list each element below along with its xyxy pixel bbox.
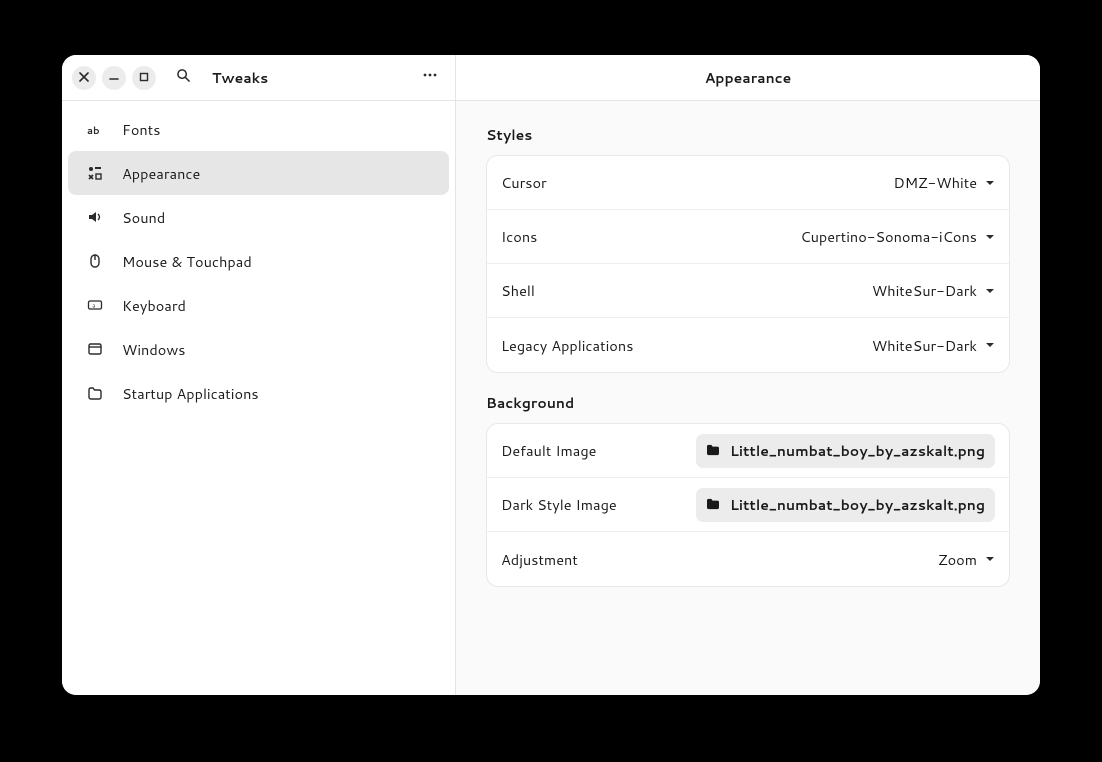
- sidebar-item-label: Keyboard: [122, 295, 186, 316]
- app-title: Tweaks: [212, 68, 268, 88]
- sidebar-item-startup-applications[interactable]: Startup Applications: [68, 371, 449, 415]
- close-icon: [79, 69, 89, 86]
- file-name: Little_numbat_boy_by_azskalt.png: [730, 495, 985, 515]
- sidebar-item-fonts[interactable]: ab Fonts: [68, 107, 449, 151]
- fonts-icon: ab: [86, 121, 104, 137]
- sidebar-item-keyboard[interactable]: a Keyboard: [68, 283, 449, 327]
- folder-icon: [706, 495, 720, 515]
- row-value-icons: Cupertino-Sonoma-iCons: [800, 226, 995, 247]
- sidebar-item-appearance[interactable]: Appearance: [68, 151, 449, 195]
- row-icons[interactable]: Icons Cupertino-Sonoma-iCons: [487, 210, 1009, 264]
- sidebar-item-windows[interactable]: Windows: [68, 327, 449, 371]
- sidebar-item-label: Mouse & Touchpad: [122, 251, 252, 272]
- dropdown-value: WhiteSur-Dark: [872, 280, 977, 301]
- sound-icon: [86, 209, 104, 225]
- maximize-icon: [139, 69, 149, 86]
- window-maximize-button[interactable]: [132, 66, 156, 90]
- svg-text:ab: ab: [87, 124, 100, 137]
- window-minimize-button[interactable]: [102, 66, 126, 90]
- folder-icon: [706, 441, 720, 461]
- row-label: Cursor: [501, 172, 547, 193]
- keyboard-icon: a: [86, 297, 104, 313]
- background-section-title: Background: [486, 393, 1010, 413]
- row-value-shell: WhiteSur-Dark: [872, 280, 995, 301]
- chevron-down-icon: [985, 178, 995, 188]
- row-shell[interactable]: Shell WhiteSur-Dark: [487, 264, 1009, 318]
- row-adjustment[interactable]: Adjustment Zoom: [487, 532, 1009, 586]
- row-value-adjustment: Zoom: [938, 549, 995, 570]
- search-icon: [176, 66, 191, 89]
- chevron-down-icon: [985, 340, 995, 350]
- sidebar-header: Tweaks: [62, 55, 455, 101]
- sidebar-item-label: Windows: [122, 339, 185, 360]
- sidebar-item-label: Appearance: [122, 163, 200, 184]
- sidebar-item-sound[interactable]: Sound: [68, 195, 449, 239]
- row-label: Shell: [501, 280, 535, 301]
- appearance-icon: [86, 165, 104, 181]
- dropdown-value: DMZ-White: [893, 172, 977, 193]
- content-header: Appearance: [456, 55, 1040, 101]
- startup-apps-icon: [86, 385, 104, 401]
- sidebar-item-label: Startup Applications: [122, 383, 259, 404]
- row-label: Legacy Applications: [501, 335, 633, 356]
- row-cursor[interactable]: Cursor DMZ-White: [487, 156, 1009, 210]
- windows-icon: [86, 341, 104, 357]
- svg-text:a: a: [92, 301, 95, 310]
- chevron-down-icon: [985, 554, 995, 564]
- row-label: Dark Style Image: [501, 494, 617, 515]
- dropdown-value: Zoom: [938, 549, 977, 570]
- window-close-button[interactable]: [72, 66, 96, 90]
- sidebar-item-mouse-touchpad[interactable]: Mouse & Touchpad: [68, 239, 449, 283]
- row-label: Default Image: [501, 440, 596, 461]
- dropdown-value: Cupertino-Sonoma-iCons: [800, 226, 977, 247]
- background-group: Default Image Little_numbat_boy_by_azska…: [486, 423, 1010, 587]
- row-legacy-applications[interactable]: Legacy Applications WhiteSur-Dark: [487, 318, 1009, 372]
- sidebar-nav: ab Fonts Appearance Sound Mous: [62, 101, 455, 421]
- dropdown-value: WhiteSur-Dark: [872, 335, 977, 356]
- file-chooser-dark-image[interactable]: Little_numbat_boy_by_azskalt.png: [696, 488, 995, 522]
- sidebar-item-label: Sound: [122, 207, 165, 228]
- chevron-down-icon: [985, 232, 995, 242]
- minimize-icon: [109, 69, 119, 86]
- file-chooser-default-image[interactable]: Little_numbat_boy_by_azskalt.png: [696, 434, 995, 468]
- content-pane: Appearance Styles Cursor DMZ-White Icons: [456, 55, 1040, 695]
- chevron-down-icon: [985, 286, 995, 296]
- row-label: Icons: [501, 226, 537, 247]
- styles-group: Cursor DMZ-White Icons Cupertino-Sonoma-…: [486, 155, 1010, 373]
- row-label: Adjustment: [501, 549, 578, 570]
- tweaks-window: Tweaks ab Fonts Appearance: [62, 55, 1040, 695]
- row-value-legacy: WhiteSur-Dark: [872, 335, 995, 356]
- page-title: Appearance: [705, 68, 792, 88]
- row-default-image: Default Image Little_numbat_boy_by_azska…: [487, 424, 1009, 478]
- menu-button[interactable]: [415, 63, 445, 93]
- more-icon: [422, 66, 438, 89]
- sidebar-item-label: Fonts: [122, 119, 160, 140]
- row-value-cursor: DMZ-White: [893, 172, 995, 193]
- row-dark-style-image: Dark Style Image Little_numbat_boy_by_az…: [487, 478, 1009, 532]
- sidebar: Tweaks ab Fonts Appearance: [62, 55, 456, 695]
- search-button[interactable]: [168, 63, 198, 93]
- content-body: Styles Cursor DMZ-White Icons Cupertino-…: [456, 101, 1040, 625]
- mouse-icon: [86, 253, 104, 269]
- file-name: Little_numbat_boy_by_azskalt.png: [730, 441, 985, 461]
- styles-section-title: Styles: [486, 125, 1010, 145]
